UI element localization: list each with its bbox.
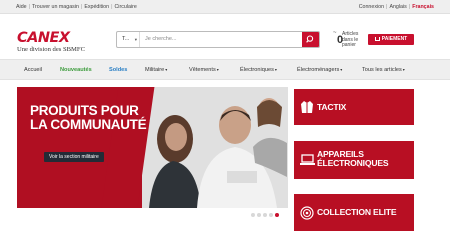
- nav-label: Électroménagers: [297, 67, 340, 73]
- nav-label: Nouveautés: [60, 67, 92, 73]
- carousel-dot[interactable]: [269, 213, 273, 217]
- nav-label: Électroniques: [240, 67, 274, 73]
- flyer-link[interactable]: Circulaire: [114, 4, 136, 10]
- nav-label: Tous les articles: [362, 67, 402, 73]
- chevron-down-icon: ▾: [216, 67, 219, 72]
- hero-banner[interactable]: PRODUITS POUR LA COMMUNAUTÉ Voir la sect…: [17, 87, 288, 208]
- chevron-down-icon: ▾: [274, 67, 278, 72]
- checkout-button[interactable]: PAIEMENT: [368, 34, 414, 45]
- search-category-value: T...: [122, 36, 130, 42]
- military-section-button[interactable]: Voir la section militaire: [44, 152, 104, 162]
- main-navigation: Accueil Nouveautés Soldes Militaire▾ Vêt…: [0, 59, 450, 80]
- canex-logo[interactable]: CANEX Une division des SBMFC: [17, 30, 85, 54]
- badge-icon: [300, 206, 314, 220]
- store-locator-link[interactable]: Trouver un magasin: [32, 4, 79, 10]
- nav-label: Soldes: [109, 67, 128, 73]
- logo-wordmark: CANEX: [17, 30, 70, 46]
- promo-label: COLLECTION ELITE: [317, 207, 397, 217]
- account-language-links: Connexion | Anglais | Français: [359, 0, 434, 14]
- search-input[interactable]: Je cherche...: [145, 32, 295, 47]
- carousel-dot-active[interactable]: [275, 213, 279, 217]
- promo-tactix[interactable]: TACTIX: [294, 89, 414, 125]
- cart-summary[interactable]: ~ 0 Articles dans le panier: [333, 30, 363, 50]
- cart-label: Articles dans le panier: [342, 31, 359, 49]
- shipping-link[interactable]: Expédition: [84, 4, 109, 10]
- nav-label: Militaire: [145, 67, 165, 73]
- nav-item-electromenagers[interactable]: Électroménagers▾: [297, 60, 342, 81]
- nav-label: Accueil: [24, 67, 43, 73]
- promo-label: TACTIX: [317, 102, 347, 112]
- promo-electronics[interactable]: APPAREILS ÉLECTRONIQUES: [294, 141, 414, 179]
- search-bar: T... ▾ Je cherche...: [116, 31, 320, 48]
- search-icon: [306, 35, 314, 43]
- french-link[interactable]: Français: [412, 4, 434, 10]
- nav-item-soldes[interactable]: Soldes: [109, 60, 127, 81]
- chevron-down-icon: ▾: [165, 67, 168, 72]
- nav-item-electroniques[interactable]: Électroniques▾: [240, 60, 277, 81]
- nav-item-militaire[interactable]: Militaire▾: [145, 60, 167, 81]
- promo-label: APPAREILS ÉLECTRONIQUES: [317, 149, 389, 168]
- hero-title: PRODUITS POUR LA COMMUNAUTÉ: [30, 103, 147, 132]
- login-link[interactable]: Connexion: [359, 4, 384, 10]
- logo-tagline: Une division des SBMFC: [17, 46, 85, 53]
- top-utility-bar: Aide | Trouver un magasin | Expédition | Circu…: [0, 0, 450, 14]
- carousel-dots: [251, 212, 287, 218]
- nav-item-tous-les-articles[interactable]: Tous les articles▾: [362, 60, 405, 81]
- nav-item-accueil[interactable]: Accueil: [24, 60, 42, 81]
- english-link[interactable]: Anglais: [389, 4, 406, 10]
- search-button[interactable]: [302, 32, 319, 47]
- help-link[interactable]: Aide: [16, 4, 27, 10]
- cart-icon: [374, 36, 380, 41]
- promo-elite-collection[interactable]: COLLECTION ELITE: [294, 194, 414, 231]
- carousel-dot[interactable]: [263, 213, 267, 217]
- nav-item-nouveautes[interactable]: Nouveautés: [60, 60, 92, 81]
- cart-tilde: ~: [333, 30, 337, 36]
- nav-item-vetements[interactable]: Vêtements▾: [189, 60, 219, 81]
- laptop-icon: [300, 154, 315, 165]
- chevron-down-icon: ▾: [340, 67, 343, 72]
- carousel-dot[interactable]: [251, 213, 255, 217]
- carousel-dot[interactable]: [257, 213, 261, 217]
- chevron-down-icon: ▾: [134, 37, 137, 42]
- search-category-select[interactable]: T... ▾: [117, 32, 140, 47]
- jacket-icon: [301, 101, 313, 113]
- utility-links: Aide | Trouver un magasin | Expédition | Circu…: [16, 0, 137, 14]
- checkout-label: PAIEMENT: [381, 36, 408, 42]
- nav-label: Vêtements: [189, 67, 216, 73]
- chevron-down-icon: ▾: [402, 67, 405, 72]
